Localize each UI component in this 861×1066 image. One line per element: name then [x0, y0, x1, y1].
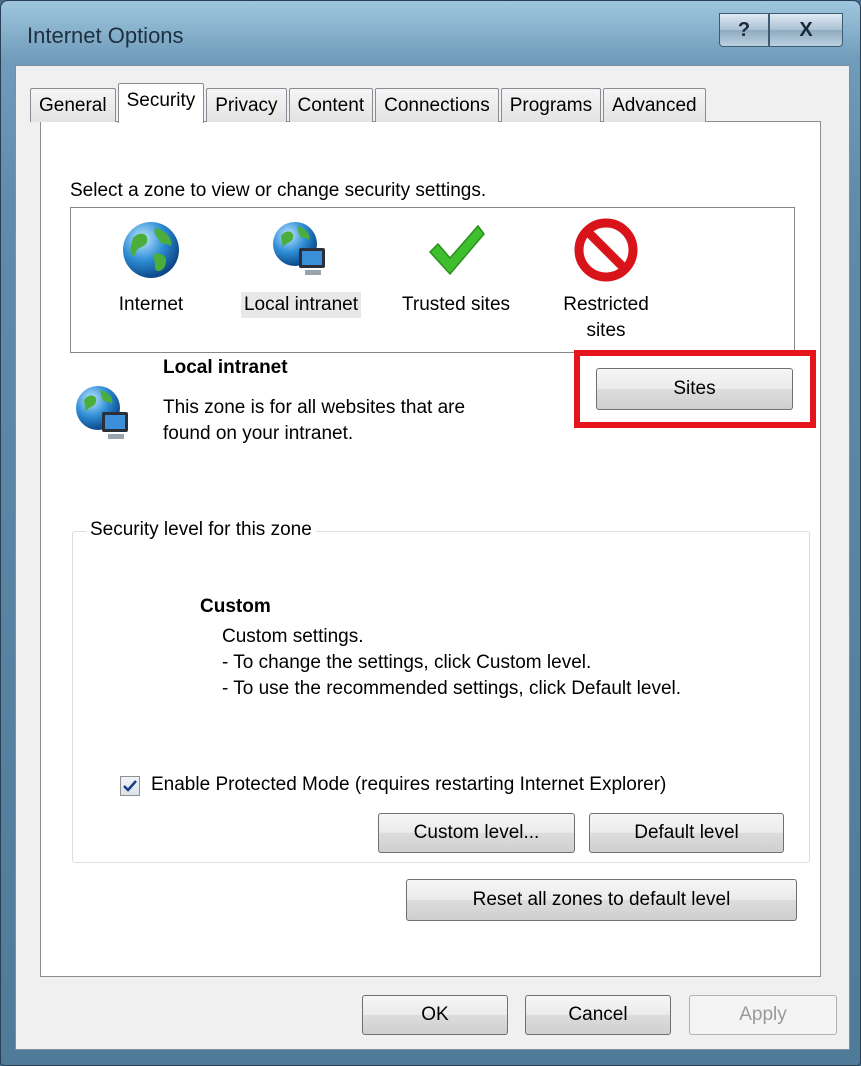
globe-computer-icon: [273, 222, 325, 275]
custom-level-button[interactable]: Custom level...: [378, 813, 575, 853]
zone-label: Internet: [118, 294, 184, 315]
ok-button[interactable]: OK: [362, 995, 508, 1035]
security-level-line2: - To change the settings, click Custom l…: [222, 652, 592, 673]
protected-mode-checkbox[interactable]: [120, 776, 140, 796]
default-level-button[interactable]: Default level: [589, 813, 784, 853]
zone-restricted-sites[interactable]: Restricted sites: [551, 218, 661, 344]
security-level-line1: Custom settings.: [222, 626, 364, 647]
zone-label: Trusted sites: [401, 294, 511, 315]
reset-all-zones-button[interactable]: Reset all zones to default level: [406, 879, 797, 921]
zone-description-line1: This zone is for all websites that are: [163, 397, 466, 418]
zone-description-line2: found on your intranet.: [163, 423, 354, 444]
zone-label: Local intranet: [240, 292, 362, 318]
window-title: Internet Options: [27, 23, 184, 48]
tab-programs[interactable]: Programs: [500, 88, 602, 122]
checkmark-icon: [428, 224, 485, 276]
zone-label-line1: Restricted: [563, 294, 649, 315]
sites-highlight-box: [574, 350, 816, 428]
zone-label: Restricted sites: [563, 292, 649, 344]
protected-mode-label[interactable]: Enable Protected Mode (requires restarti…: [151, 774, 666, 796]
tab-strip: General Security Privacy Content Connect…: [30, 82, 708, 123]
zone-prompt: Select a zone to view or change security…: [70, 180, 487, 201]
security-level-name: Custom: [200, 596, 271, 617]
zone-local-intranet[interactable]: Local intranet: [231, 218, 371, 318]
zone-label-line2: sites: [586, 320, 626, 341]
close-button[interactable]: X: [769, 13, 843, 47]
selected-zone-name: Local intranet: [163, 357, 288, 378]
globe-icon: [123, 222, 179, 278]
prohibited-icon: [574, 218, 638, 282]
apply-button: Apply: [689, 995, 837, 1035]
security-level-line3: - To use the recommended settings, click…: [222, 678, 682, 699]
tab-content[interactable]: Content: [288, 88, 374, 122]
checkmark-icon: [123, 780, 137, 792]
tab-general[interactable]: General: [30, 88, 116, 122]
security-level-legend: Security level for this zone: [86, 519, 316, 541]
tab-advanced[interactable]: Advanced: [603, 88, 706, 122]
zone-internet[interactable]: Internet: [111, 218, 191, 318]
zone-trusted-sites[interactable]: Trusted sites: [389, 218, 523, 318]
help-button[interactable]: ?: [719, 13, 769, 47]
zone-list[interactable]: Internet Local intranet Trusted sites Re…: [70, 207, 795, 353]
tab-security[interactable]: Security: [117, 83, 205, 123]
tab-privacy[interactable]: Privacy: [206, 88, 287, 122]
cancel-button[interactable]: Cancel: [525, 995, 671, 1035]
globe-computer-icon: [76, 386, 128, 439]
tab-connections[interactable]: Connections: [375, 88, 499, 122]
